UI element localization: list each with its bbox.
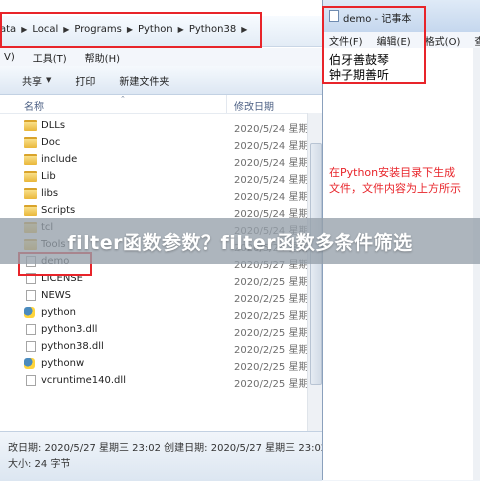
column-header-name[interactable]: 名称: [24, 98, 44, 113]
file-icon: [26, 324, 36, 335]
file-date: 2020/2/25 星期...: [234, 311, 318, 322]
file-name: python3.dll: [41, 324, 98, 335]
file-name: python: [41, 307, 76, 318]
menu-view[interactable]: V): [4, 52, 15, 63]
banner-title: filter函数参数？filter函数多条件筛选: [67, 231, 413, 254]
file-name: NEWS: [41, 290, 72, 301]
status-dates: 改日期: 2020/5/27 星期三 23:02 创建日期: 2020/5/27…: [8, 443, 328, 454]
status-size: 大小: 24 字节: [8, 459, 71, 470]
file-name: include: [41, 154, 78, 165]
file-row[interactable]: Doc 2020/5/24 星期...: [0, 135, 322, 152]
folder-icon: [24, 188, 37, 199]
notepad-menu-format[interactable]: 格式(O): [425, 33, 461, 48]
file-name: Scripts: [41, 205, 76, 216]
folder-icon: [24, 120, 37, 131]
new-folder-label: 新建文件夹: [119, 76, 170, 88]
notepad-menu-view[interactable]: 查看: [474, 33, 480, 48]
file-row[interactable]: NEWS 2020/2/25 星期...: [0, 288, 322, 305]
scrollbar-thumb[interactable]: [310, 143, 322, 385]
share-button[interactable]: 共享 ▼: [22, 73, 51, 88]
file-row[interactable]: python 2020/2/25 星期...: [0, 305, 322, 322]
python-icon: [24, 358, 35, 369]
menu-help[interactable]: 帮助(H): [85, 50, 120, 65]
notepad-scrollbar[interactable]: [473, 48, 480, 480]
annotation-text: 在Python安装目录下生成: [329, 166, 456, 179]
print-button[interactable]: 打印: [75, 73, 95, 88]
explorer-menu-bar: V) 工具(T) 帮助(H): [0, 48, 322, 66]
file-icon: [26, 375, 36, 386]
file-row[interactable]: vcruntime140.dll 2020/2/25 星期...: [0, 373, 322, 390]
file-date: 2020/5/24 星期...: [234, 175, 318, 186]
file-row[interactable]: libs 2020/5/24 星期...: [0, 186, 322, 203]
folder-icon: [24, 205, 37, 216]
file-date: 2020/2/25 星期...: [234, 362, 318, 373]
chevron-down-icon: ▼: [46, 76, 52, 84]
file-name: libs: [41, 188, 59, 199]
title-banner: filter函数参数？filter函数多条件筛选: [0, 218, 480, 264]
file-row[interactable]: Lib 2020/5/24 星期...: [0, 169, 322, 186]
notepad-text-area[interactable]: 伯牙善鼓琴 钟子期善听 在Python安装目录下生成 文件，文件内容为上方所示: [323, 48, 480, 480]
file-date: 2020/2/25 星期...: [234, 379, 318, 390]
file-name: pythonw: [41, 358, 85, 369]
file-name: Lib: [41, 171, 56, 182]
column-divider[interactable]: [226, 95, 227, 113]
file-name: DLLs: [41, 120, 66, 131]
folder-icon: [24, 171, 37, 182]
python-icon: [24, 307, 35, 318]
folder-icon: [24, 137, 37, 148]
annotation-text: 文件，文件内容为上方所示: [329, 182, 461, 195]
details-pane: 改日期: 2020/5/27 星期三 23:02 创建日期: 2020/5/27…: [0, 431, 327, 481]
command-bar: 共享 ▼ 打印 新建文件夹: [0, 66, 322, 95]
file-date: 2020/5/24 星期...: [234, 158, 318, 169]
menu-tools[interactable]: 工具(T): [33, 50, 67, 65]
file-row[interactable]: DLLs 2020/5/24 星期...: [0, 118, 322, 135]
new-folder-button[interactable]: 新建文件夹: [119, 73, 169, 88]
file-icon: [26, 290, 36, 301]
file-row[interactable]: python3.dll 2020/2/25 星期...: [0, 322, 322, 339]
file-date: 2020/2/25 星期...: [234, 345, 318, 356]
vertical-scrollbar[interactable]: [307, 113, 323, 431]
highlight-box-address: [0, 12, 262, 48]
folder-icon: [24, 154, 37, 165]
file-date: 2020/2/25 星期...: [234, 328, 318, 339]
file-name: python38.dll: [41, 341, 104, 352]
file-date: 2020/2/25 星期...: [234, 277, 318, 288]
highlight-box-notepad: [322, 6, 426, 84]
share-label: 共享: [22, 76, 42, 88]
file-row[interactable]: include 2020/5/24 星期...: [0, 152, 322, 169]
file-date: 2020/2/25 星期...: [234, 294, 318, 305]
file-name: Doc: [41, 137, 61, 148]
sort-up-icon: ⌃: [120, 95, 126, 103]
file-row[interactable]: python38.dll 2020/2/25 星期...: [0, 339, 322, 356]
print-label: 打印: [75, 76, 96, 88]
file-icon: [26, 341, 36, 352]
column-header-row: ⌃ 名称 修改日期: [0, 95, 322, 114]
file-date: 2020/5/24 星期...: [234, 192, 318, 203]
file-name: vcruntime140.dll: [41, 375, 126, 386]
file-row[interactable]: pythonw 2020/2/25 星期...: [0, 356, 322, 373]
file-date: 2020/5/24 星期...: [234, 124, 318, 135]
file-date: 2020/5/24 星期...: [234, 141, 318, 152]
column-header-modified[interactable]: 修改日期: [234, 98, 274, 113]
